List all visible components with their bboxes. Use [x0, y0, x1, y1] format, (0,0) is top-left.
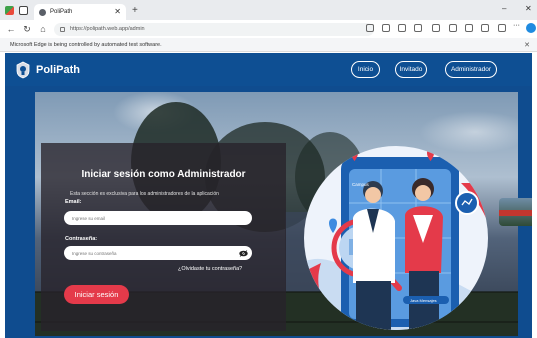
- home-icon[interactable]: ⌂: [38, 24, 48, 34]
- browser-tab[interactable]: PoliPath ✕: [34, 4, 126, 20]
- read-aloud-icon[interactable]: [382, 24, 390, 32]
- side-preview-thumbnail[interactable]: [499, 198, 532, 226]
- workspaces-icon[interactable]: [5, 5, 14, 15]
- favorite-star-icon[interactable]: [414, 24, 422, 32]
- brand-name[interactable]: PoliPath: [36, 64, 80, 76]
- nav-link-administrador[interactable]: Administrador: [445, 61, 497, 78]
- illustration-screen-caption: Campus: [352, 182, 370, 187]
- browser-essentials-icon[interactable]: [498, 24, 506, 32]
- minimize-window-icon[interactable]: –: [502, 4, 506, 13]
- login-button[interactable]: Iniciar sesión: [64, 285, 129, 304]
- automation-notice: Microsoft Edge is being controlled by au…: [10, 41, 162, 48]
- tab-favicon-icon: [39, 8, 46, 16]
- show-password-eye-icon[interactable]: [239, 250, 248, 257]
- nav-link-invitado[interactable]: Invitado: [395, 61, 427, 78]
- password-field[interactable]: [64, 246, 252, 260]
- profile-avatar-icon[interactable]: [526, 23, 536, 33]
- new-tab-icon[interactable]: +: [132, 5, 138, 16]
- more-menu-icon[interactable]: ···: [513, 22, 521, 30]
- login-title: Iniciar sesión como Administrador: [81, 169, 246, 180]
- url-input[interactable]: https://polipath.web.app/admin: [54, 22, 374, 36]
- close-window-icon[interactable]: ✕: [525, 4, 532, 13]
- split-screen-icon[interactable]: [432, 24, 440, 32]
- tab-actions-icon[interactable]: [19, 5, 28, 15]
- password-label: Contraseña:: [65, 236, 98, 242]
- tab-title: PoliPath: [50, 9, 73, 15]
- campus-navigation-illustration: Campus Java Mensajes: [304, 146, 488, 330]
- close-infobar-icon[interactable]: ✕: [524, 41, 530, 49]
- email-field[interactable]: [64, 211, 252, 225]
- url-text: https://polipath.web.app/admin: [70, 26, 145, 32]
- close-tab-icon[interactable]: ✕: [114, 7, 121, 16]
- refresh-icon[interactable]: ↻: [22, 24, 32, 35]
- back-icon[interactable]: ←: [6, 24, 16, 34]
- site-info-icon[interactable]: [366, 24, 374, 32]
- browser-tab-bar: PoliPath ✕ + – ✕: [0, 0, 537, 20]
- favorites-icon[interactable]: [449, 24, 457, 32]
- login-subtitle: Esta sección es exclusiva para los admin…: [70, 191, 219, 197]
- nav-link-inicio[interactable]: Inicio: [351, 61, 380, 78]
- collections-icon[interactable]: [481, 24, 489, 32]
- lock-icon: [60, 26, 65, 32]
- automation-infobar: Microsoft Edge is being controlled by au…: [0, 38, 537, 52]
- polipath-logo-icon: [16, 61, 30, 78]
- extensions-icon[interactable]: [465, 24, 473, 32]
- email-label: Email:: [65, 199, 82, 205]
- translate-icon[interactable]: [398, 24, 406, 32]
- illustration-button-label: Java Mensajes: [410, 298, 437, 303]
- forgot-password-link[interactable]: ¿Olvidaste tu contraseña?: [178, 266, 242, 272]
